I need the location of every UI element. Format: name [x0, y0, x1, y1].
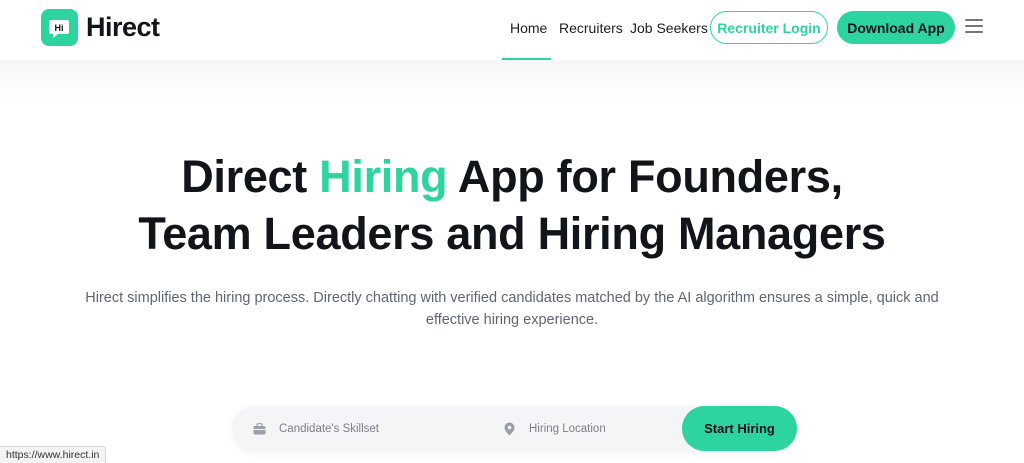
hi-chat-bubble-icon: H i [41, 9, 78, 46]
svg-text:i: i [61, 23, 64, 33]
nav-home[interactable]: Home [510, 20, 547, 36]
status-bar-url: https://www.hirect.in [0, 446, 107, 463]
hero-description-line2: effective hiring experience. [425, 312, 599, 328]
briefcase-icon [252, 422, 266, 436]
hero-background [0, 60, 1024, 100]
hero-title-part2: App for Founders, [447, 151, 843, 202]
hero-description-line1: Hirect simplifies the hiring process. Di… [85, 290, 939, 306]
recruiter-login-button[interactable]: Recruiter Login [710, 11, 828, 44]
hamburger-menu-icon[interactable] [965, 19, 983, 35]
location-pin-icon [502, 422, 516, 436]
hero-title-accent: Hiring [319, 151, 448, 202]
skillset-input[interactable]: Candidate's Skillset [252, 406, 482, 451]
hero-title-part1: Direct [181, 151, 320, 202]
skillset-placeholder: Candidate's Skillset [279, 422, 379, 435]
nav-job-seekers[interactable]: Job Seekers [630, 20, 708, 36]
brand-logo[interactable]: H i Hirect [41, 9, 160, 46]
hero-description: Hirect simplifies the hiring process. Di… [80, 287, 944, 331]
site-header: H i Hirect Home Recruiters Job Seekers R… [0, 0, 1024, 60]
location-placeholder: Hiring Location [529, 422, 606, 435]
start-hiring-button[interactable]: Start Hiring [682, 406, 797, 451]
hero-title-line2: Team Leaders and Hiring Managers [138, 208, 886, 259]
hero-title: Direct Hiring App for Founders, Team Lea… [0, 148, 1024, 262]
download-app-button[interactable]: Download App [837, 11, 955, 44]
nav-recruiters[interactable]: Recruiters [559, 20, 623, 36]
location-input[interactable]: Hiring Location [502, 406, 672, 451]
hiring-search-bar: Candidate's Skillset Hiring Location Sta… [232, 406, 797, 451]
brand-name: Hirect [86, 12, 160, 42]
